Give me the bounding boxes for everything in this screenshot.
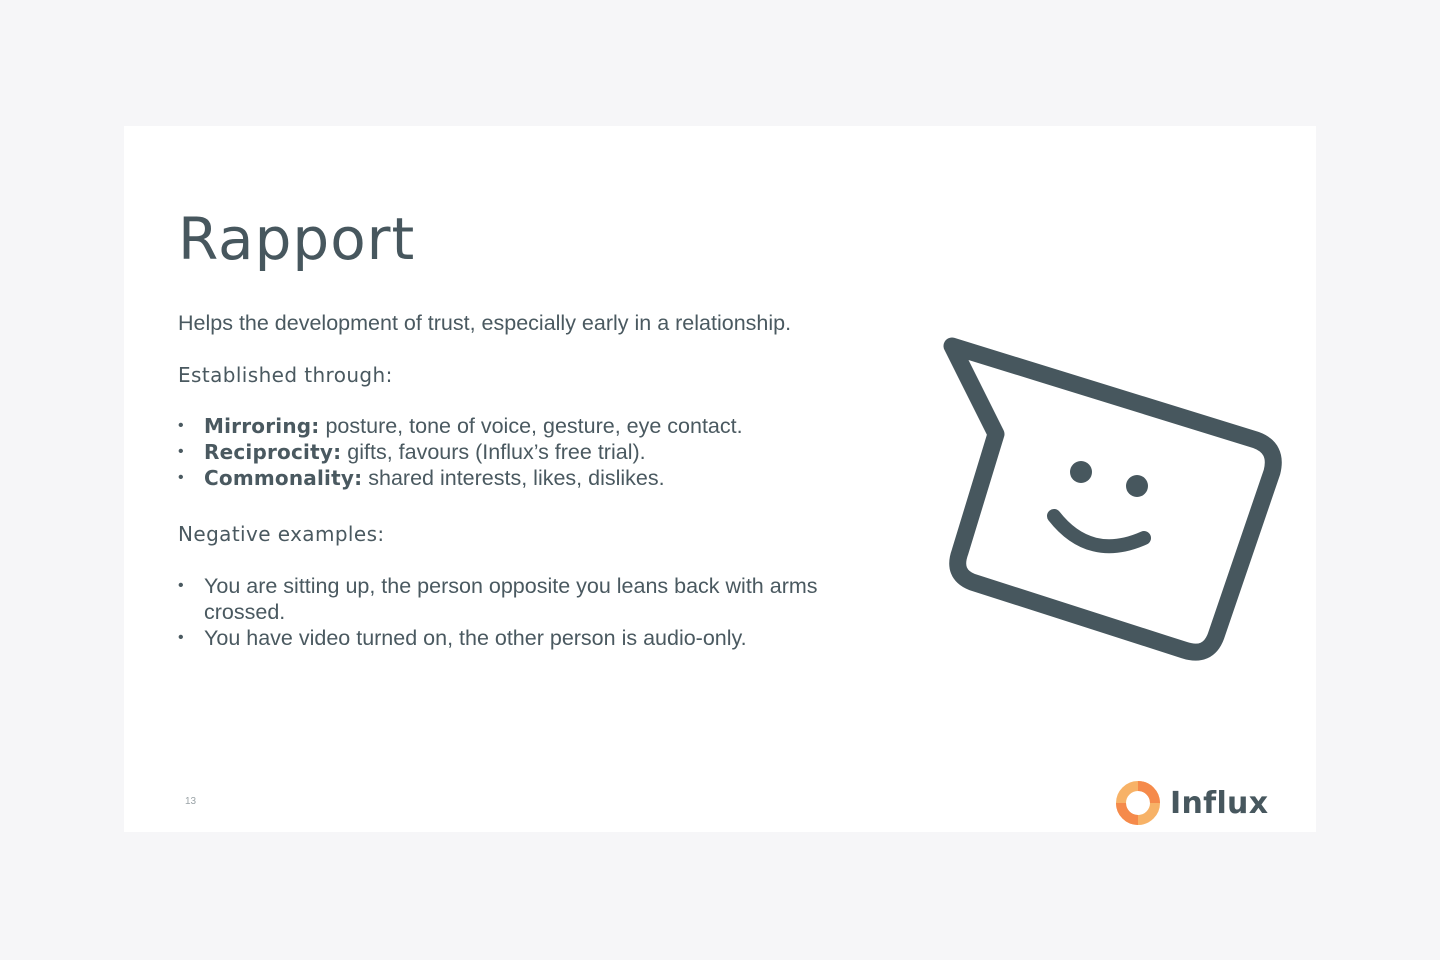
slide: Rapport Helps the development of trust, … bbox=[124, 126, 1316, 832]
slide-title: Rapport bbox=[178, 205, 416, 273]
list-item: Mirroring: posture, tone of voice, gestu… bbox=[178, 413, 898, 439]
list-item: You are sitting up, the person opposite … bbox=[178, 573, 898, 625]
page-number: 13 bbox=[185, 796, 197, 807]
list-item-term: Mirroring: bbox=[204, 414, 320, 438]
established-list: Mirroring: posture, tone of voice, gestu… bbox=[178, 413, 898, 491]
list-item-text: shared interests, likes, dislikes. bbox=[362, 466, 665, 490]
list-item-text: posture, tone of voice, gesture, eye con… bbox=[319, 414, 743, 438]
lifebuoy-icon bbox=[1116, 781, 1160, 825]
negative-list: You are sitting up, the person opposite … bbox=[178, 573, 898, 651]
logo-text: Influx bbox=[1170, 785, 1269, 821]
list-item: Commonality: shared interests, likes, di… bbox=[178, 465, 898, 491]
smiling-speech-bubble-icon bbox=[943, 337, 1282, 661]
intro-text: Helps the development of trust, especial… bbox=[178, 311, 792, 335]
list-item: Reciprocity: gifts, favours (Influx’s fr… bbox=[178, 439, 898, 465]
list-item-term: Commonality: bbox=[204, 466, 363, 490]
list-item-term: Reciprocity: bbox=[204, 440, 342, 464]
list-item: You have video turned on, the other pers… bbox=[178, 625, 898, 651]
slide-content: Helps the development of trust, especial… bbox=[178, 310, 898, 651]
negative-heading: Negative examples: bbox=[178, 522, 385, 546]
established-heading: Established through: bbox=[178, 363, 393, 387]
list-item-text: gifts, favours (Influx’s free trial). bbox=[341, 440, 646, 464]
influx-logo: Influx bbox=[1114, 778, 1268, 828]
